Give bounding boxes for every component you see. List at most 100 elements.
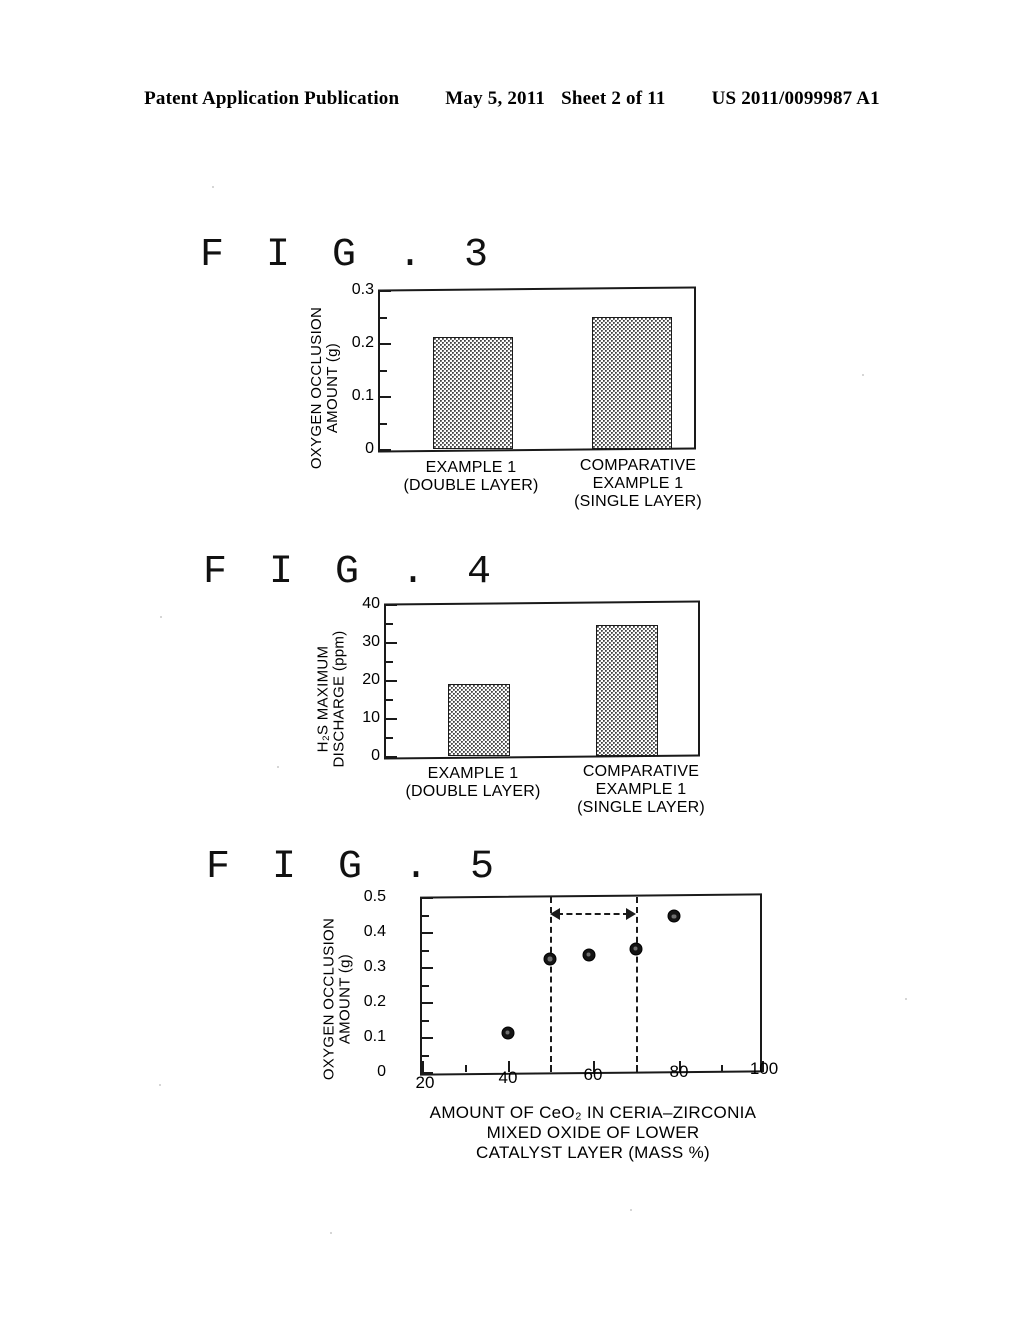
fig3-y-tick-minor bbox=[380, 316, 387, 319]
fig4-y-tick bbox=[386, 680, 397, 682]
fig4-category-line: EXAMPLE 1 bbox=[427, 765, 519, 782]
fig3-y-tick-labels: 0.3 0.2 0.1 0 bbox=[328, 281, 374, 457]
scan-speck bbox=[905, 998, 907, 1000]
fig3-bar-example-1 bbox=[433, 337, 513, 449]
figure-label-fig3: F I G . 3 bbox=[200, 233, 498, 278]
fig5-arrow-shaft bbox=[557, 913, 629, 915]
scan-speck bbox=[630, 1209, 632, 1211]
header-publication-number: US 2011/0099987 A1 bbox=[711, 88, 880, 109]
fig3-category-line: COMPARATIVE bbox=[579, 457, 697, 474]
fig4-y-tick bbox=[386, 642, 397, 644]
page-header: Patent Application Publication May 5, 20… bbox=[0, 88, 1024, 110]
fig5-range-marker-line-50 bbox=[550, 897, 553, 1072]
fig4-category-line: (DOUBLE LAYER) bbox=[405, 783, 541, 800]
header-sheet-number: Sheet 2 of 11 bbox=[561, 88, 666, 109]
fig5-y-tick bbox=[422, 967, 433, 969]
fig3-y-tick-minor bbox=[380, 422, 387, 425]
fig3-y-tick-label: 0.1 bbox=[351, 387, 374, 404]
fig5-range-marker-line-70 bbox=[635, 897, 638, 1072]
fig3-y-tick bbox=[380, 449, 391, 451]
fig3-category-label-comparative-example-1: COMPARATIVE EXAMPLE 1 (SINGLE LAYER) bbox=[574, 457, 702, 511]
figure-label-fig5: F I G . 5 bbox=[206, 845, 504, 890]
fig5-data-point bbox=[543, 952, 557, 966]
fig5-y-tick-label: 0 bbox=[377, 1063, 386, 1080]
scan-speck bbox=[862, 374, 864, 376]
fig3-category-line: EXAMPLE 1 bbox=[425, 459, 517, 476]
fig4-y-tick-label: 10 bbox=[362, 709, 380, 726]
fig4-category-label-example-1: EXAMPLE 1 (DOUBLE LAYER) bbox=[406, 765, 541, 801]
fig5-x-axis-title: AMOUNT OF CeO₂ IN CERIA–ZIRCONIA MIXED O… bbox=[430, 1103, 757, 1163]
fig5-y-tick bbox=[422, 932, 433, 934]
fig5-data-point bbox=[629, 942, 643, 955]
header-date: May 5, 2011 bbox=[445, 88, 546, 109]
fig5-data-point bbox=[501, 1026, 514, 1040]
fig5-y-tick-minor bbox=[422, 1054, 429, 1057]
fig5-y-tick-minor bbox=[422, 984, 429, 987]
fig5-x-axis-title-line2: MIXED OXIDE OF LOWER bbox=[486, 1123, 700, 1142]
fig4-y-axis-title-line1: H₂S MAXIMUM bbox=[314, 645, 332, 753]
fig5-y-tick bbox=[422, 1002, 433, 1004]
fig3-y-tick-minor bbox=[380, 369, 387, 372]
fig5-x-tick-minor bbox=[721, 1065, 724, 1072]
header-publication-title: Patent Application Publication bbox=[144, 88, 400, 109]
fig3-y-tick bbox=[380, 343, 391, 345]
fig3-y-tick bbox=[380, 290, 391, 292]
fig4-y-tick-labels: 40 30 20 10 0 bbox=[340, 595, 380, 764]
fig5-y-tick-labels: 0.5 0.4 0.3 0.2 0.1 0 bbox=[340, 888, 386, 1080]
fig3-y-axis-title-line1: OXYGEN OCCLUSION bbox=[308, 306, 325, 470]
fig4-y-tick bbox=[386, 604, 397, 606]
fig5-x-tick-label: 60 bbox=[583, 1065, 603, 1084]
fig5-y-tick-label: 0.4 bbox=[363, 923, 386, 940]
fig5-x-axis-title-line1: AMOUNT OF CeO₂ IN CERIA–ZIRCONIA bbox=[429, 1103, 757, 1122]
fig5-y-axis-title-line1: OXYGEN OCCLUSION bbox=[320, 917, 338, 1081]
fig3-y-tick-label: 0.2 bbox=[351, 334, 374, 351]
scan-speck bbox=[160, 616, 162, 618]
fig4-y-tick-label: 20 bbox=[362, 671, 380, 688]
fig4-y-tick-minor bbox=[386, 661, 393, 663]
fig5-y-tick-minor bbox=[422, 914, 429, 917]
fig5-plot-area bbox=[420, 893, 764, 1076]
fig3-y-tick-label: 0 bbox=[365, 440, 374, 457]
fig4-plot-area bbox=[384, 600, 700, 760]
fig5-y-tick-minor bbox=[422, 1019, 429, 1022]
fig5-x-tick-label: 80 bbox=[669, 1062, 689, 1081]
fig3-y-tick bbox=[380, 396, 391, 398]
fig4-category-line: EXAMPLE 1 bbox=[595, 781, 687, 798]
scan-speck bbox=[277, 766, 279, 768]
scan-speck bbox=[212, 186, 214, 188]
fig5-x-tick-label: 20 bbox=[415, 1073, 435, 1092]
fig4-y-tick bbox=[386, 718, 397, 720]
fig4-category-line: COMPARATIVE bbox=[582, 763, 700, 780]
fig4-y-tick-minor bbox=[386, 699, 393, 701]
fig4-category-line: (SINGLE LAYER) bbox=[577, 799, 705, 816]
fig3-y-tick-label: 0.3 bbox=[351, 281, 374, 298]
fig4-category-label-comparative-example-1: COMPARATIVE EXAMPLE 1 (SINGLE LAYER) bbox=[577, 763, 705, 817]
fig5-y-tick-label: 0.3 bbox=[363, 958, 386, 975]
fig4-bar-example-1 bbox=[448, 684, 510, 756]
fig3-category-line: (DOUBLE LAYER) bbox=[403, 477, 539, 494]
fig5-y-tick bbox=[422, 1037, 433, 1039]
fig5-y-tick-label: 0.2 bbox=[363, 993, 386, 1010]
fig5-y-tick bbox=[422, 897, 433, 899]
fig5-data-point bbox=[582, 948, 596, 962]
fig4-y-tick-minor bbox=[386, 737, 393, 739]
fig4-y-tick-label: 30 bbox=[362, 633, 380, 650]
figure-label-fig4: F I G . 4 bbox=[203, 550, 501, 595]
fig5-x-axis-title-line3: CATALYST LAYER (MASS %) bbox=[476, 1143, 710, 1162]
scan-speck bbox=[159, 1084, 161, 1086]
fig3-category-line: EXAMPLE 1 bbox=[592, 475, 684, 492]
fig5-range-arrow bbox=[550, 908, 636, 920]
fig4-y-tick bbox=[386, 756, 397, 758]
fig4-y-tick-label: 40 bbox=[362, 595, 380, 612]
fig5-y-tick-label: 0.5 bbox=[363, 888, 386, 905]
fig4-y-tick-label: 0 bbox=[371, 747, 380, 764]
fig5-arrow-head-right-icon bbox=[625, 908, 636, 920]
fig5-x-tick-minor bbox=[464, 1065, 467, 1072]
fig5-x-tick-label: 40 bbox=[498, 1068, 518, 1087]
fig4-bar-comparative-example-1 bbox=[596, 625, 658, 756]
fig3-category-label-example-1: EXAMPLE 1 (DOUBLE LAYER) bbox=[404, 459, 539, 495]
fig5-y-tick-label: 0.1 bbox=[363, 1028, 386, 1045]
fig4-y-tick-minor bbox=[386, 623, 393, 625]
fig5-x-tick bbox=[422, 1061, 424, 1072]
fig3-plot-area bbox=[378, 286, 696, 453]
